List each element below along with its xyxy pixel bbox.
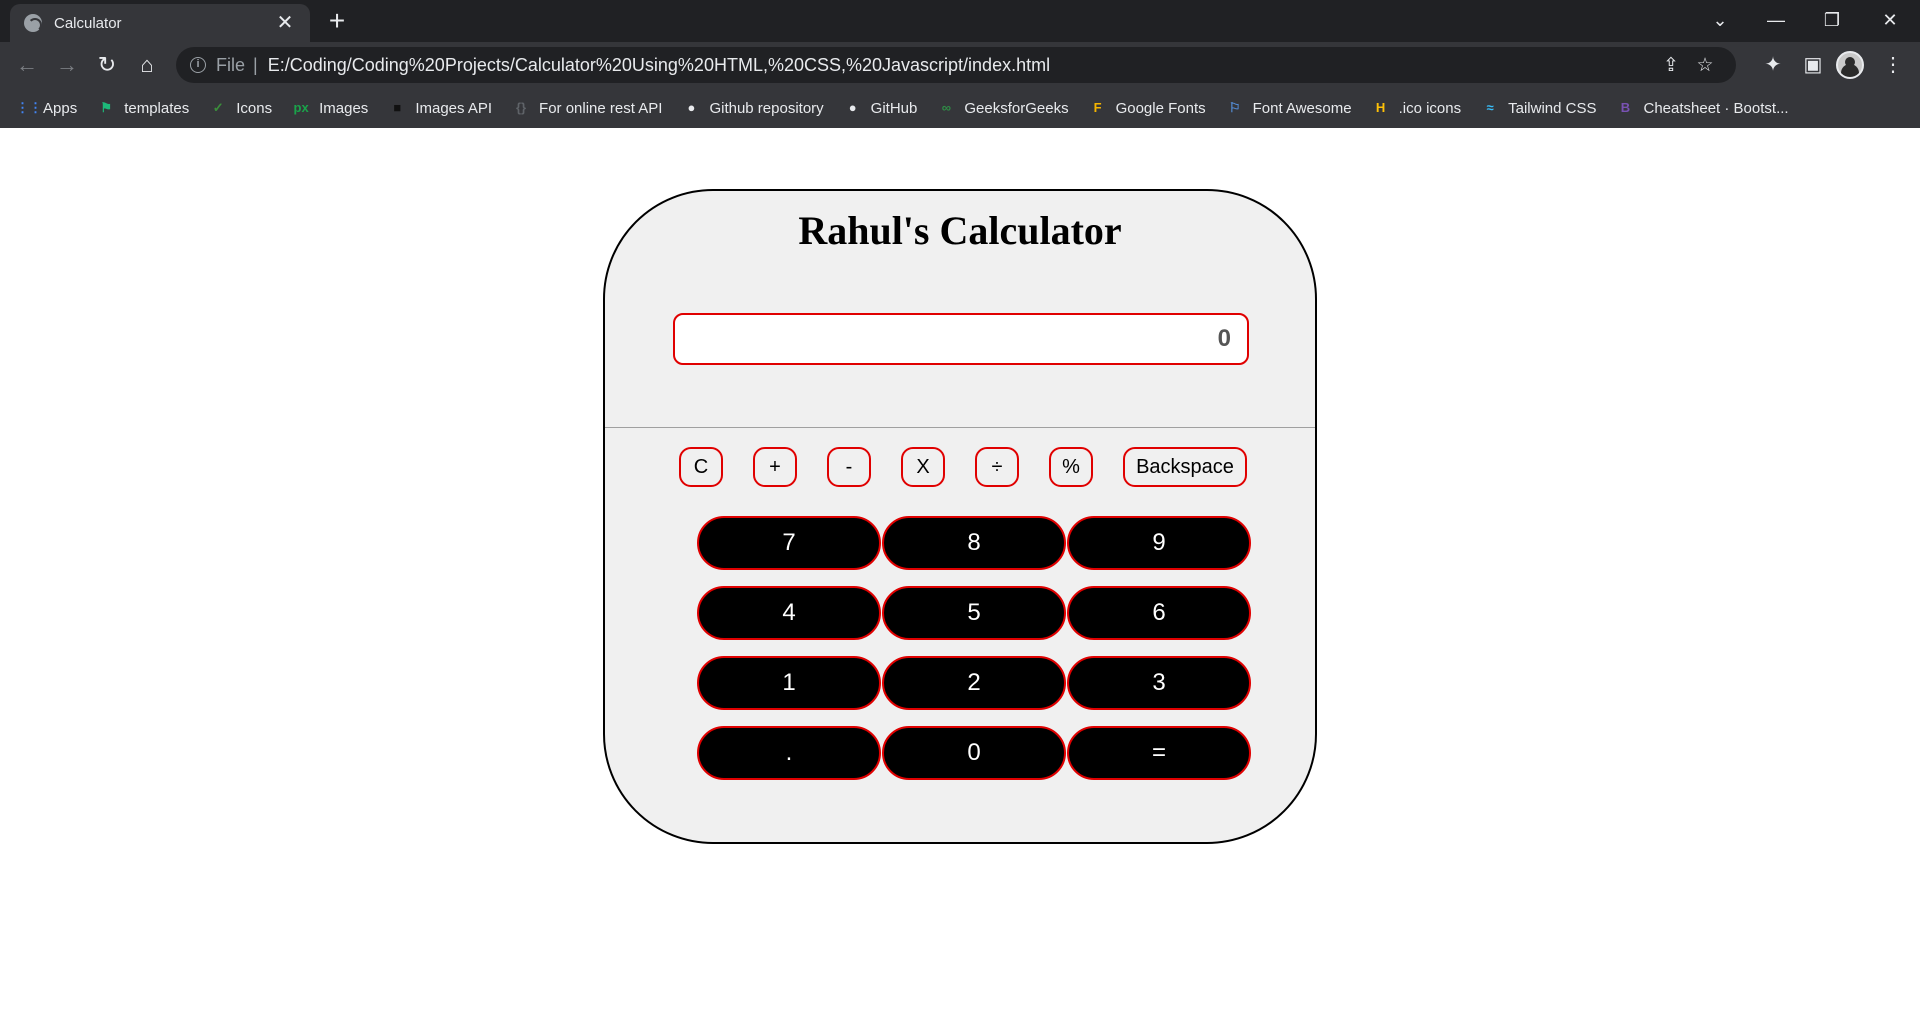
browser-toolbar: ← → ↻ ⌂ i File | E:/Coding/Coding%20Proj…	[0, 42, 1920, 88]
bookmark-label: Cheatsheet · Bootst...	[1643, 99, 1789, 117]
bootstrap-icon: B	[1620, 100, 1631, 115]
key-8[interactable]: 8	[882, 516, 1066, 570]
bookmark-label: GeeksforGeeks	[964, 99, 1069, 117]
home-button[interactable]: ⌂	[130, 48, 164, 82]
bookmark-item[interactable]: ∞ GeeksforGeeks	[937, 99, 1069, 117]
new-tab-button[interactable]: +	[322, 6, 352, 36]
backspace-button[interactable]: Backspace	[1123, 447, 1247, 487]
bookmark-item[interactable]: ● GitHub	[844, 99, 918, 117]
github-icon: ●	[848, 100, 857, 115]
key-3[interactable]: 3	[1067, 656, 1251, 710]
clear-button[interactable]: C	[679, 447, 723, 487]
bookmark-item[interactable]: ■ Images API	[388, 99, 492, 117]
close-icon[interactable]: ✕	[274, 13, 296, 33]
bookmark-label: For online rest API	[539, 99, 663, 117]
bookmark-star-icon[interactable]: ☆	[1688, 54, 1722, 77]
info-icon[interactable]: i	[190, 57, 206, 73]
share-icon[interactable]: ⇪	[1654, 54, 1688, 77]
tab-strip: Calculator ✕ + ⌄ — ❐ ✕	[0, 0, 1920, 42]
bookmark-item[interactable]: ≈ Tailwind CSS	[1481, 99, 1597, 117]
ico-icon: H	[1375, 100, 1386, 115]
bookmark-label: Icons	[236, 99, 273, 117]
bookmark-label: Tailwind CSS	[1508, 99, 1597, 117]
key-7[interactable]: 7	[697, 516, 881, 570]
extensions-icon[interactable]: ✦	[1756, 48, 1790, 82]
bookmark-item[interactable]: ⚐ Font Awesome	[1226, 99, 1352, 117]
multiply-button[interactable]: X	[901, 447, 945, 487]
minus-button[interactable]: -	[827, 447, 871, 487]
plus-button[interactable]: +	[753, 447, 797, 487]
key-0[interactable]: 0	[882, 726, 1066, 780]
github-icon: ●	[687, 100, 696, 115]
bookmark-item[interactable]: ⚑ templates	[97, 99, 189, 117]
restore-button[interactable]: ❐	[1804, 0, 1860, 40]
tab-title: Calculator	[54, 14, 122, 32]
key-decimal[interactable]: .	[697, 726, 881, 780]
unsplash-icon: ■	[393, 100, 402, 115]
divide-button[interactable]: ÷	[975, 447, 1019, 487]
window-close-button[interactable]: ✕	[1862, 0, 1918, 40]
key-1[interactable]: 1	[697, 656, 881, 710]
bookmark-item[interactable]: {} For online rest API	[512, 99, 662, 117]
templates-flag-icon: ⚑	[100, 100, 113, 115]
tab-search-button[interactable]: ⌄	[1692, 0, 1748, 40]
percent-button[interactable]: %	[1049, 447, 1093, 487]
key-5[interactable]: 5	[882, 586, 1066, 640]
flag-icon: ⚐	[1228, 100, 1241, 115]
rest-api-icon: {}	[515, 100, 527, 115]
page-title: Rahul's Calculator	[798, 208, 1122, 253]
back-button[interactable]: ←	[10, 48, 44, 82]
icons-shield-icon: ✓	[212, 100, 224, 115]
bookmark-label: Images	[319, 99, 369, 117]
bookmark-item[interactable]: B Cheatsheet · Bootst...	[1617, 99, 1789, 117]
bookmarks-bar: ⋮⋮ Apps ⚑ templates ✓ Icons px Images ■ Images AP…	[0, 88, 1920, 128]
calculator-panel: Rahul's Calculator 0 C + - X ÷ % Backspa…	[603, 189, 1317, 844]
bookmark-item[interactable]: H .ico icons	[1372, 99, 1462, 117]
tab-calculator[interactable]: Calculator ✕	[10, 4, 310, 42]
bookmark-item[interactable]: F Google Fonts	[1089, 99, 1206, 117]
bookmark-item[interactable]: ✓ Icons	[209, 99, 272, 117]
px-logo-icon: px	[293, 100, 309, 115]
globe-icon	[24, 14, 42, 32]
apps-grid-icon: ⋮⋮	[16, 100, 42, 115]
operator-row: C + - X ÷ % Backspace	[605, 447, 1315, 487]
bookmark-item[interactable]: ● Github repository	[682, 99, 824, 117]
key-2[interactable]: 2	[882, 656, 1066, 710]
key-9[interactable]: 9	[1067, 516, 1251, 570]
bookmark-label: Google Fonts	[1115, 99, 1206, 117]
address-bar[interactable]: i File | E:/Coding/Coding%20Projects/Cal…	[176, 47, 1736, 83]
profile-avatar[interactable]	[1836, 51, 1864, 79]
calculator-display[interactable]: 0	[673, 313, 1249, 365]
bookmark-label: Apps	[43, 99, 78, 117]
bookmark-label: .ico icons	[1398, 99, 1462, 117]
bookmark-item[interactable]: px Images	[292, 99, 369, 117]
menu-icon[interactable]: ⋮	[1876, 48, 1910, 82]
key-6[interactable]: 6	[1067, 586, 1251, 640]
reload-button[interactable]: ↻	[90, 48, 124, 82]
tailwind-icon: ≈	[1486, 100, 1494, 115]
bookmark-label: Images API	[415, 99, 493, 117]
url-separator: |	[253, 54, 258, 75]
bookmark-label: Github repository	[709, 99, 824, 117]
key-4[interactable]: 4	[697, 586, 881, 640]
forward-button[interactable]: →	[50, 48, 84, 82]
bookmark-label: templates	[124, 99, 190, 117]
bookmark-label: GitHub	[870, 99, 918, 117]
side-panel-icon[interactable]: ▣	[1796, 48, 1830, 82]
minimize-button[interactable]: —	[1748, 0, 1804, 40]
key-equals[interactable]: =	[1067, 726, 1251, 780]
gfg-icon: ∞	[941, 100, 951, 115]
url-scheme: File	[216, 54, 246, 75]
divider	[605, 427, 1315, 428]
url-text[interactable]: E:/Coding/Coding%20Projects/Calculator%2…	[268, 55, 1654, 76]
google-fonts-icon: F	[1093, 100, 1102, 115]
bookmark-item[interactable]: ⋮⋮ Apps	[16, 99, 77, 117]
bookmark-label: Font Awesome	[1252, 99, 1352, 117]
